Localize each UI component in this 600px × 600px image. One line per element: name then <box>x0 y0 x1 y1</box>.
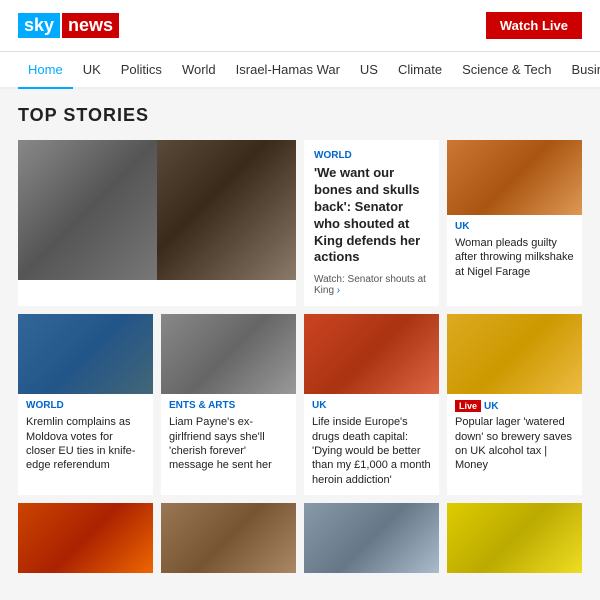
article-card[interactable]: World 'We want our bones and skulls back… <box>304 140 439 306</box>
right-card-body: UK Woman pleads guilty after throwing mi… <box>447 215 582 285</box>
nav-item-politics[interactable]: Politics <box>111 52 172 87</box>
read-more-text: Watch: Senator shouts at King <box>314 274 426 296</box>
row2-card-2-headline: Liam Payne's ex-girlfriend says she'll '… <box>169 415 288 472</box>
row2-card-3-headline: Life inside Europe's drugs death capital… <box>312 415 431 486</box>
logo-sky: sky <box>18 13 60 38</box>
nav-item-uk[interactable]: UK <box>73 52 111 87</box>
right-card-headline: Woman pleads guilty after throwing milks… <box>455 236 574 279</box>
main-nav: Home UK Politics World Israel-Hamas War … <box>0 52 600 89</box>
row2-card-1[interactable]: World Kremlin complains as Moldova votes… <box>18 314 153 494</box>
row3-card-4-image <box>447 503 582 573</box>
nav-item-science[interactable]: Science & Tech <box>452 52 561 87</box>
row2-card-1-headline: Kremlin complains as Moldova votes for c… <box>26 415 145 472</box>
nav-item-us[interactable]: US <box>350 52 388 87</box>
row3-card-4[interactable] <box>447 503 582 573</box>
row2-card-2-image <box>161 314 296 394</box>
article-category: World <box>314 150 429 161</box>
row2-card-4-body: Live UK Popular lager 'watered down' so … <box>447 394 582 480</box>
watch-live-button[interactable]: Watch Live <box>486 12 582 39</box>
featured-image-left <box>18 140 157 280</box>
nav-item-world[interactable]: World <box>172 52 226 87</box>
section-title: Top Stories <box>18 105 582 126</box>
row2-card-3-body: UK Life inside Europe's drugs death capi… <box>304 394 439 494</box>
right-card-category: UK <box>455 221 574 232</box>
featured-image-right <box>157 140 296 280</box>
row2-card-1-category: World <box>26 400 145 411</box>
article-read-more[interactable]: Watch: Senator shouts at King › <box>314 274 429 296</box>
row2-card-4-image <box>447 314 582 394</box>
row3-card-2-image <box>161 503 296 573</box>
nav-item-business[interactable]: Business <box>561 52 600 87</box>
row2-card-1-image <box>18 314 153 394</box>
read-more-arrow: › <box>337 285 340 296</box>
right-card[interactable]: UK Woman pleads guilty after throwing mi… <box>447 140 582 306</box>
main-content: Top Stories World 'We want our bones and… <box>0 89 600 589</box>
row3-card-2[interactable] <box>161 503 296 573</box>
row2-card-1-body: World Kremlin complains as Moldova votes… <box>18 394 153 480</box>
live-badge: Live <box>455 400 481 412</box>
row2-card-2-category: Ents & Arts <box>169 400 288 411</box>
logo-news: news <box>62 13 119 38</box>
nav-item-home[interactable]: Home <box>18 52 73 89</box>
row2-card-3[interactable]: UK Life inside Europe's drugs death capi… <box>304 314 439 494</box>
row2-card-4-headline: Popular lager 'watered down' so brewery … <box>455 415 574 472</box>
row2-card-4-tags: Live UK <box>455 400 574 412</box>
row3 <box>18 503 582 573</box>
row3-card-1[interactable] <box>18 503 153 573</box>
row3-card-1-image <box>18 503 153 573</box>
nav-item-israel[interactable]: Israel-Hamas War <box>226 52 350 87</box>
row2-card-3-image <box>304 314 439 394</box>
row2-card-4[interactable]: Live UK Popular lager 'watered down' so … <box>447 314 582 494</box>
header: sky news Watch Live <box>0 0 600 52</box>
logo[interactable]: sky news <box>18 13 119 38</box>
row2-card-2-body: Ents & Arts Liam Payne's ex-girlfriend s… <box>161 394 296 480</box>
right-card-image <box>447 140 582 215</box>
row3-card-3[interactable] <box>304 503 439 573</box>
row3-card-3-image <box>304 503 439 573</box>
row2-card-3-category: UK <box>312 400 431 411</box>
row2-card-4-category: UK <box>484 401 498 412</box>
row2: World Kremlin complains as Moldova votes… <box>18 314 582 494</box>
row2-card-2[interactable]: Ents & Arts Liam Payne's ex-girlfriend s… <box>161 314 296 494</box>
featured-card[interactable] <box>18 140 296 306</box>
nav-item-climate[interactable]: Climate <box>388 52 452 87</box>
article-headline: 'We want our bones and skulls back': Sen… <box>314 165 429 266</box>
